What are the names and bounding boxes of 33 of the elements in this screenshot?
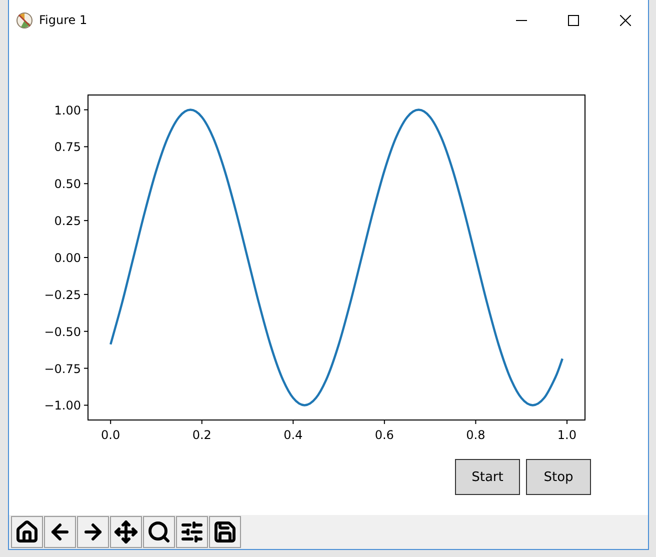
x-tick-label: 0.2 <box>192 428 212 442</box>
move-button[interactable] <box>110 516 142 548</box>
y-tick-label: −1.00 <box>44 398 81 413</box>
forward-arrow-button[interactable] <box>77 516 109 548</box>
search-icon <box>147 520 171 544</box>
start-button[interactable]: Start <box>455 459 520 495</box>
x-tick-label: 0.4 <box>284 428 303 442</box>
window-title: Figure 1 <box>39 13 88 27</box>
y-tick-label: −0.25 <box>44 288 81 302</box>
y-tick-label: −0.50 <box>44 324 81 339</box>
y-tick-label: 0.00 <box>54 251 81 265</box>
home-icon <box>15 520 39 544</box>
sliders-icon <box>180 520 204 544</box>
home-button[interactable] <box>11 516 43 548</box>
maximize-icon[interactable] <box>568 14 578 26</box>
save-icon <box>213 520 237 544</box>
y-tick-label: 0.75 <box>54 140 81 154</box>
y-tick-label: 1.00 <box>54 103 81 118</box>
y-tick-label: 0.25 <box>54 214 81 228</box>
sliders-button[interactable] <box>176 516 208 548</box>
figure-app-icon <box>16 12 33 28</box>
save-button[interactable] <box>209 516 241 548</box>
search-button[interactable] <box>143 516 175 548</box>
move-icon <box>114 520 138 544</box>
stop-button[interactable]: Stop <box>526 459 591 495</box>
x-tick-label: 0.6 <box>374 428 394 442</box>
y-tick-label: 0.50 <box>54 177 81 192</box>
y-tick-label: −0.75 <box>44 362 81 376</box>
x-tick-label: 0.8 <box>466 428 486 442</box>
x-tick-label: 0.0 <box>101 428 120 442</box>
back-arrow-button[interactable] <box>44 516 76 548</box>
x-tick-label: 1.0 <box>557 428 577 442</box>
close-icon[interactable] <box>620 14 630 26</box>
